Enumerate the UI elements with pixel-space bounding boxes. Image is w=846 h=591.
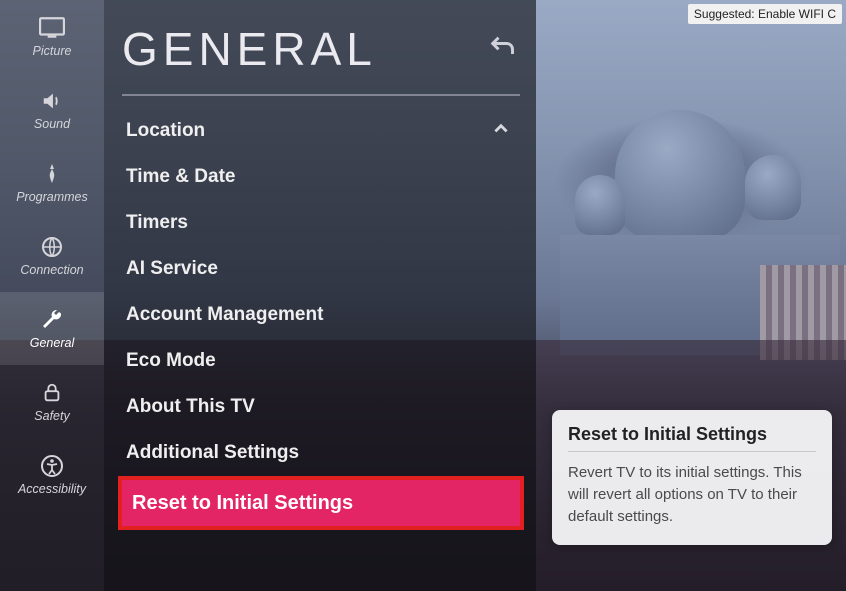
general-settings-panel: GENERAL Location Time & Date Timers AI S… bbox=[104, 0, 536, 591]
menu-item-label: Time & Date bbox=[126, 166, 235, 188]
chevron-up-icon bbox=[492, 119, 510, 143]
menu-item-location[interactable]: Location bbox=[122, 108, 520, 154]
menu-item-label: Eco Mode bbox=[126, 350, 216, 372]
menu-item-time-date[interactable]: Time & Date bbox=[122, 154, 520, 200]
back-icon bbox=[488, 33, 516, 66]
rail-item-safety[interactable]: Safety bbox=[0, 365, 104, 438]
connection-icon bbox=[38, 235, 66, 259]
menu-item-eco-mode[interactable]: Eco Mode bbox=[122, 338, 520, 384]
background-image bbox=[575, 175, 625, 235]
rail-label: Programmes bbox=[16, 190, 88, 204]
sound-icon bbox=[38, 89, 66, 113]
menu-item-reset-to-initial-settings[interactable]: Reset to Initial Settings bbox=[118, 476, 524, 530]
rail-label: Accessibility bbox=[18, 482, 86, 496]
rail-item-picture[interactable]: Picture bbox=[0, 0, 104, 73]
rail-item-general[interactable]: General bbox=[0, 292, 104, 365]
rail-item-programmes[interactable]: Programmes bbox=[0, 146, 104, 219]
menu-item-additional-settings[interactable]: Additional Settings bbox=[122, 430, 520, 476]
rail-item-sound[interactable]: Sound bbox=[0, 73, 104, 146]
suggestion-banner[interactable]: Suggested: Enable WIFI C bbox=[688, 4, 842, 24]
menu-item-label: Timers bbox=[126, 212, 188, 234]
rail-item-connection[interactable]: Connection bbox=[0, 219, 104, 292]
menu-item-timers[interactable]: Timers bbox=[122, 200, 520, 246]
lock-icon bbox=[38, 381, 66, 405]
tooltip-title: Reset to Initial Settings bbox=[568, 424, 816, 445]
menu-item-label: Additional Settings bbox=[126, 442, 299, 464]
background-image bbox=[745, 155, 801, 220]
picture-icon bbox=[38, 16, 66, 40]
rail-item-accessibility[interactable]: Accessibility bbox=[0, 438, 104, 511]
rail-label: Picture bbox=[33, 44, 72, 58]
help-tooltip: Reset to Initial Settings Revert TV to i… bbox=[552, 410, 832, 545]
menu-item-label: Reset to Initial Settings bbox=[132, 492, 353, 515]
tv-settings-screen: Suggested: Enable WIFI C Picture Sound P… bbox=[0, 0, 846, 591]
rail-label: Safety bbox=[34, 409, 69, 423]
rail-label: Connection bbox=[20, 263, 83, 277]
divider bbox=[568, 451, 816, 452]
settings-category-rail: Picture Sound Programmes Connection Gene bbox=[0, 0, 104, 591]
rail-label: General bbox=[30, 336, 74, 350]
panel-title: GENERAL bbox=[122, 22, 377, 76]
divider bbox=[122, 94, 520, 96]
wrench-icon bbox=[38, 308, 66, 332]
tooltip-body: Revert TV to its initial settings. This … bbox=[568, 462, 816, 527]
menu-item-label: Account Management bbox=[126, 304, 323, 326]
menu-item-account-management[interactable]: Account Management bbox=[122, 292, 520, 338]
menu-item-label: About This TV bbox=[126, 396, 255, 418]
suggestion-text: Suggested: Enable WIFI C bbox=[694, 7, 836, 21]
rail-label: Sound bbox=[34, 117, 70, 131]
back-button[interactable] bbox=[484, 31, 520, 67]
menu-item-about-this-tv[interactable]: About This TV bbox=[122, 384, 520, 430]
accessibility-icon bbox=[38, 454, 66, 478]
background-image bbox=[615, 110, 745, 240]
panel-header: GENERAL bbox=[122, 8, 520, 90]
menu-item-label: AI Service bbox=[126, 258, 218, 280]
programmes-icon bbox=[38, 162, 66, 186]
menu-item-ai-service[interactable]: AI Service bbox=[122, 246, 520, 292]
menu-item-label: Location bbox=[126, 120, 205, 142]
